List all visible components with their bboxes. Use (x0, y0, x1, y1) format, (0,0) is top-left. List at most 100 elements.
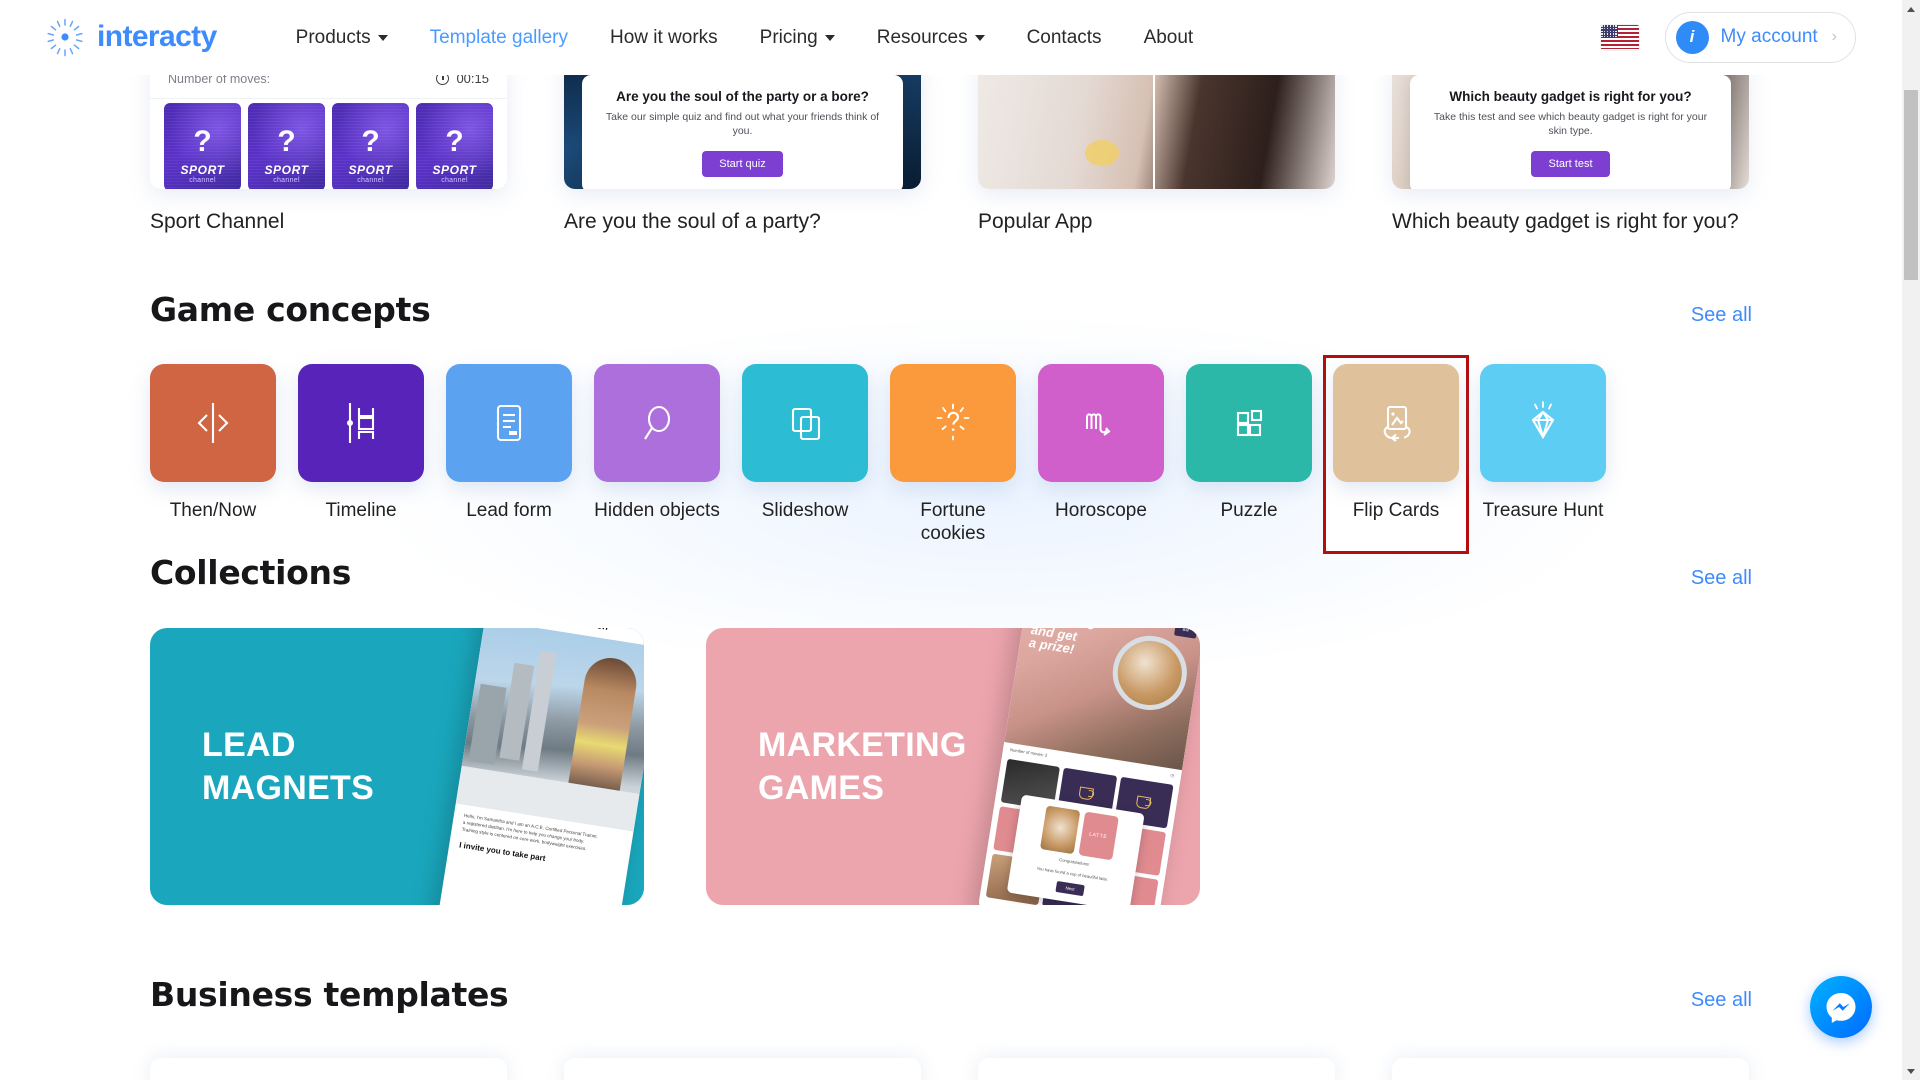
nav-label: Pricing (760, 28, 818, 47)
nav-label: Resources (877, 28, 968, 47)
template-card-party-quiz[interactable]: Are you the soul of the party or a bore?… (564, 59, 921, 234)
template-card[interactable] (978, 1058, 1335, 1080)
sport-logo: SPORT channel (332, 163, 409, 184)
collection-card-marketing-games[interactable]: MARKETING GAMES MEMORY GAME Find pairs a… (706, 628, 1200, 905)
template-card[interactable] (564, 1058, 921, 1080)
fortune-question-icon (925, 395, 981, 451)
see-all-business-templates[interactable]: See all (1691, 989, 1752, 1012)
split-divider (1153, 59, 1155, 189)
game-concepts-list: Then/Now Timeline (0, 364, 1902, 545)
chevron-down-icon (825, 35, 835, 41)
quiz-overlay: Which beauty gadget is right for you? Ta… (1410, 75, 1731, 189)
game-concept-then-now[interactable]: Then/Now (150, 364, 276, 545)
template-card[interactable] (1392, 1058, 1749, 1080)
scroll-up-arrow[interactable] (1902, 0, 1920, 18)
main-nav: Products Template gallery How it works P… (275, 28, 1215, 47)
brand-bottom: channel (332, 177, 409, 184)
card-face: ? (164, 125, 241, 159)
template-thumb[interactable]: Are you the soul of the party or a bore?… (564, 59, 921, 189)
collection-preview-mock: Summer fitness marathon Hello, I'm Saman… (437, 628, 644, 905)
collection-card-lead-magnets[interactable]: LEAD MAGNETS Summer fitness marathon (150, 628, 644, 905)
then-now-icon (185, 395, 241, 451)
memory-card[interactable]: ? SPORT channel (248, 103, 325, 189)
template-title: Sport Channel (150, 210, 507, 234)
memory-card[interactable]: ? SPORT channel (164, 103, 241, 189)
section-header: Collections See all (0, 553, 1902, 592)
mock-heading: Find pairs and get a prize! (1028, 628, 1096, 659)
page-title: Game concepts (150, 290, 430, 329)
tile[interactable] (150, 364, 276, 482)
game-concepts-section: Game concepts See all Then/Now (0, 290, 1902, 545)
page-title: Collections (150, 553, 351, 592)
tile[interactable] (1333, 364, 1459, 482)
nav-item-about[interactable]: About (1123, 28, 1215, 47)
start-test-button[interactable]: Start test (1531, 151, 1609, 177)
page-title: Business templates (150, 975, 508, 1014)
vertical-scrollbar[interactable] (1902, 0, 1920, 1080)
my-account-button[interactable]: i My account › (1665, 12, 1856, 63)
game-concept-puzzle[interactable]: Puzzle (1186, 364, 1312, 545)
game-concept-treasure-hunt[interactable]: Treasure Hunt (1480, 364, 1606, 545)
nav-label: How it works (610, 28, 718, 47)
game-concept-lead-form[interactable]: Lead form (446, 364, 572, 545)
brand-top: SPORT (416, 163, 493, 177)
memory-card-grid: ? SPORT channel ? SPORT channel (164, 103, 493, 189)
tile[interactable] (1186, 364, 1312, 482)
scrollbar-thumb[interactable] (1904, 90, 1918, 280)
title-line-1: MARKETING (758, 724, 967, 767)
collection-title: LEAD MAGNETS (150, 724, 374, 810)
nav-item-contacts[interactable]: Contacts (1006, 28, 1123, 47)
nav-item-products[interactable]: Products (275, 28, 409, 47)
tile[interactable] (446, 364, 572, 482)
brand-bottom: channel (248, 177, 325, 184)
nav-item-how-it-works[interactable]: How it works (589, 28, 739, 47)
see-all-game-concepts[interactable]: See all (1691, 304, 1752, 327)
us-flag-icon[interactable] (1601, 25, 1639, 50)
memory-card[interactable]: ? SPORT channel (332, 103, 409, 189)
tile[interactable] (1038, 364, 1164, 482)
tile[interactable] (298, 364, 424, 482)
template-thumb[interactable] (978, 59, 1335, 189)
template-title: Are you the soul of a party? (564, 210, 921, 234)
see-all-collections[interactable]: See all (1691, 567, 1752, 590)
makeup-dot (1085, 140, 1119, 166)
template-thumb[interactable]: Which beauty gadget is right for you? Ta… (1392, 59, 1749, 189)
overlay-heading: Which beauty gadget is right for you? (1426, 89, 1715, 104)
label: Horoscope (1055, 499, 1147, 522)
timeline-icon (333, 395, 389, 451)
game-concept-flip-cards[interactable]: Flip Cards (1323, 355, 1469, 554)
template-thumb[interactable]: Number of moves: 00:15 ? SPORT channel (150, 59, 507, 189)
tile[interactable] (594, 364, 720, 482)
messenger-icon (1823, 989, 1859, 1025)
game-concept-fortune-cookies[interactable]: Fortune cookies (890, 364, 1016, 545)
tile[interactable] (742, 364, 868, 482)
game-concept-slideshow[interactable]: Slideshow (742, 364, 868, 545)
logo[interactable]: interacty (44, 16, 217, 58)
template-title: Which beauty gadget is right for you? (1392, 210, 1749, 234)
nav-item-pricing[interactable]: Pricing (739, 28, 856, 47)
memory-card[interactable]: ? SPORT channel (416, 103, 493, 189)
game-concept-horoscope[interactable]: Horoscope (1038, 364, 1164, 545)
business-templates-list (0, 1058, 1902, 1080)
template-card[interactable] (150, 1058, 507, 1080)
start-quiz-button[interactable]: Start quiz (702, 151, 782, 177)
label: Hidden objects (594, 499, 720, 522)
nav-item-template-gallery[interactable]: Template gallery (409, 28, 589, 47)
card-face: ? (416, 125, 493, 159)
tile[interactable] (1480, 364, 1606, 482)
template-card-sport-channel[interactable]: Number of moves: 00:15 ? SPORT channel (150, 59, 507, 234)
game-concept-timeline[interactable]: Timeline (298, 364, 424, 545)
brand-top: SPORT (164, 163, 241, 177)
scroll-down-arrow[interactable] (1902, 1062, 1920, 1080)
template-card-popular-app[interactable]: Popular App (978, 59, 1335, 234)
messenger-chat-button[interactable] (1810, 976, 1872, 1038)
popup-next-button[interactable]: Next (1056, 881, 1084, 896)
template-card-beauty-gadget[interactable]: Which beauty gadget is right for you? Ta… (1392, 59, 1749, 234)
cup-icon (1079, 787, 1096, 801)
brand-top: SPORT (248, 163, 325, 177)
tile[interactable] (890, 364, 1016, 482)
collections-list: LEAD MAGNETS Summer fitness marathon (0, 628, 1902, 905)
nav-item-resources[interactable]: Resources (856, 28, 1006, 47)
game-concept-hidden-objects[interactable]: Hidden objects (594, 364, 720, 545)
title-line-2: MAGNETS (202, 767, 374, 810)
